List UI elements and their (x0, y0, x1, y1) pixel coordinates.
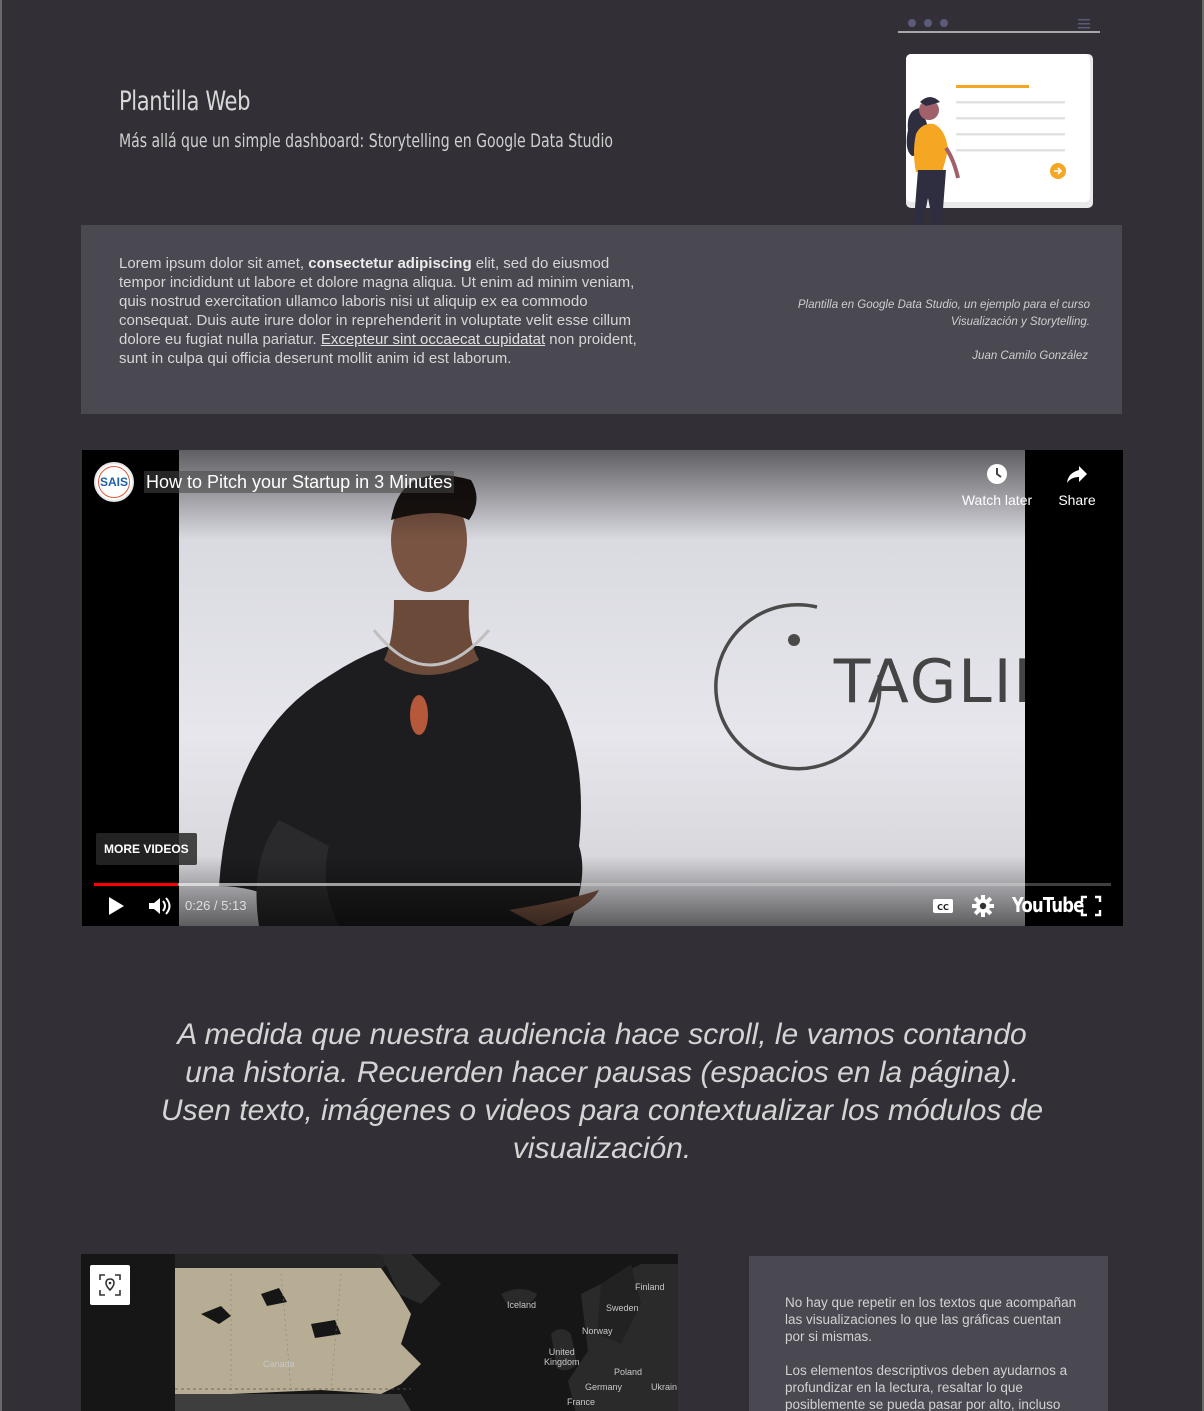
story-quote: A medida que nuestra audiencia hace scro… (160, 1018, 1044, 1165)
fullscreen-button[interactable] (1080, 893, 1102, 919)
credit-line: Visualización y Storytelling. (950, 316, 1090, 328)
channel-avatar[interactable]: SAIS (94, 462, 134, 502)
play-icon (109, 897, 124, 915)
volume-icon (149, 897, 171, 915)
map-label-canada: Canada (263, 1359, 295, 1369)
page-border-left (0, 0, 2, 1411)
side-note-paragraph: No hay que repetir en los textos que aco… (785, 1295, 1077, 1344)
volume-button[interactable] (146, 893, 172, 919)
youtube-logo[interactable]: YouTube (1012, 893, 1084, 917)
svg-text:CC: CC (937, 903, 949, 912)
side-note-text: No hay que repetir en los textos que aco… (785, 1294, 1080, 1411)
intro-paragraph: Lorem ipsum dolor sit amet, consectetur … (119, 254, 654, 368)
credit-note: Plantilla en Google Data Studio, un ejem… (750, 297, 1090, 365)
intro-bold-text: consectetur adipiscing (308, 255, 472, 272)
side-note-panel: No hay que repetir en los textos que aco… (749, 1256, 1108, 1411)
video-title[interactable]: How to Pitch your Startup in 3 Minutes (144, 471, 455, 493)
map-label-norway: Norway (582, 1326, 613, 1336)
map-label-germany: Germany (585, 1382, 623, 1392)
fullscreen-icon (1080, 895, 1102, 917)
time-display: 0:26 / 5:13 (185, 898, 247, 913)
settings-button[interactable] (972, 893, 994, 919)
play-button[interactable] (104, 893, 128, 919)
channel-logo-text: SAIS (98, 466, 130, 498)
map-label-united-kingdom: United Kingdom (544, 1347, 580, 1367)
watch-later-button[interactable]: Watch later (959, 462, 1035, 508)
clock-icon (987, 464, 1007, 484)
more-videos-button[interactable]: MORE VIDEOS (96, 833, 197, 865)
side-note-paragraph: Los elementos descriptivos deben ayudarn… (785, 1363, 1068, 1411)
tagline-logo-text: TAGLINE (833, 647, 1025, 717)
map-label-poland: Poland (614, 1367, 643, 1377)
map-visualization[interactable]: Canada Iceland Finland Sweden Norway Uni… (81, 1254, 678, 1411)
page-subtitle: Más allá que un simple dashboard: Storyt… (119, 130, 613, 152)
bottom-shade (82, 856, 1123, 926)
gear-icon (972, 895, 994, 917)
share-label: Share (1058, 492, 1096, 508)
youtube-video-player[interactable]: TAGLINE SAIS How to Pitch your Startup i… (82, 450, 1123, 926)
watch-later-label: Watch later (961, 492, 1033, 508)
share-button[interactable]: Share (1039, 462, 1115, 508)
intro-panel: Lorem ipsum dolor sit amet, consectetur … (81, 225, 1122, 414)
map-label-france: France (567, 1397, 596, 1407)
map-label-iceland: Iceland (507, 1300, 537, 1310)
location-pin-icon (99, 1274, 121, 1296)
progress-bar[interactable] (94, 883, 1111, 886)
captions-button[interactable]: CC (932, 893, 956, 919)
cc-icon: CC (933, 899, 953, 913)
map-label-ukraine: Ukrain (651, 1382, 678, 1392)
intro-text-part: Lorem ipsum dolor sit amet, (119, 255, 309, 272)
map-label-finland: Finland (635, 1282, 665, 1292)
locate-button[interactable] (90, 1265, 130, 1305)
credit-line: Plantilla en Google Data Studio, un ejem… (797, 299, 1090, 311)
page-title: Plantilla Web (119, 86, 251, 117)
progress-played (94, 883, 179, 886)
map-label-sweden: Sweden (606, 1303, 639, 1313)
credit-author: Juan Camilo González (972, 350, 1088, 362)
share-icon (1067, 466, 1087, 483)
intro-link[interactable]: Excepteur sint occaecat cupidatat (321, 331, 545, 348)
